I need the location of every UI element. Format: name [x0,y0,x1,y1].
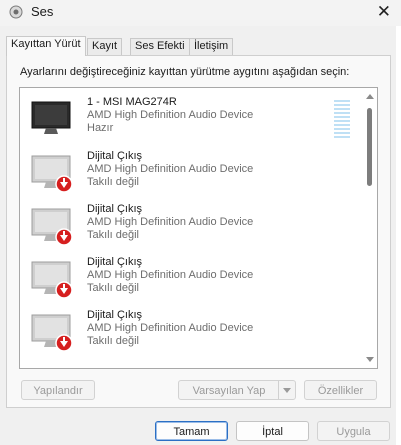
window-title: Ses [31,4,54,19]
configure-button[interactable]: Yapılandır [21,380,95,400]
device-description: AMD High Definition Audio Device [87,322,254,334]
unplugged-icon [55,228,73,246]
device-item[interactable]: Dijital Çıkış AMD High Definition Audio … [20,199,360,252]
monitor-icon [31,101,71,134]
device-status: Takılı değil [87,229,139,241]
unplugged-icon [55,281,73,299]
device-description: AMD High Definition Audio Device [87,216,254,228]
monitor-icon [31,261,73,299]
device-name: 1 - MSI MAG274R [87,96,177,108]
ok-button[interactable]: Tamam [155,421,228,441]
unplugged-icon [55,175,73,193]
instruction-text: Ayarlarını değiştireceğiniz kayıttan yür… [20,66,350,78]
device-name: Dijital Çıkış [87,150,143,162]
chevron-down-icon[interactable] [278,381,295,399]
device-item[interactable]: Dijital Çıkış AMD High Definition Audio … [20,146,360,199]
device-item[interactable]: 1 - MSI MAG274R AMD High Definition Audi… [20,92,360,145]
set-default-label: Varsayılan Yap [192,385,266,397]
unplugged-icon [55,334,73,352]
playback-panel: Ayarlarını değiştireceğiniz kayıttan yür… [6,55,391,408]
device-name: Dijital Çıkış [87,203,143,215]
monitor-icon [31,155,73,193]
device-item[interactable]: Dijital Çıkış AMD High Definition Audio … [20,252,360,305]
volume-level-meter [334,100,350,140]
monitor-icon [31,314,73,352]
speaker-icon [9,5,23,19]
vertical-scrollbar[interactable] [363,88,377,368]
device-description: AMD High Definition Audio Device [87,163,254,175]
scroll-up-icon[interactable] [366,94,374,99]
tab-communications[interactable]: İletişim [189,38,234,55]
title-bar: Ses ✕ [0,0,401,26]
device-name: Dijital Çıkış [87,309,143,321]
tab-sounds[interactable]: Ses Efekti [130,38,190,55]
close-icon[interactable]: ✕ [377,2,391,22]
set-default-button[interactable]: Varsayılan Yap [178,380,296,400]
device-status: Takılı değil [87,335,139,347]
device-list[interactable]: 1 - MSI MAG274R AMD High Definition Audi… [19,87,378,369]
tab-playback[interactable]: Kayıttan Yürüt [6,36,86,56]
properties-button[interactable]: Özellikler [304,380,377,400]
device-status: Takılı değil [87,282,139,294]
device-description: AMD High Definition Audio Device [87,269,254,281]
background-window-edge [396,0,401,445]
device-status: Hazır [87,122,114,134]
device-item[interactable]: Dijital Çıkış AMD High Definition Audio … [20,305,360,358]
tab-recording[interactable]: Kayıt [87,38,123,55]
apply-button[interactable]: Uygula [317,421,390,441]
device-status: Takılı değil [87,176,139,188]
scroll-thumb[interactable] [367,108,372,186]
device-name: Dijital Çıkış [87,256,143,268]
scroll-down-icon[interactable] [366,357,374,362]
device-description: AMD High Definition Audio Device [87,109,254,121]
cancel-button[interactable]: İptal [236,421,309,441]
monitor-icon [31,208,73,246]
